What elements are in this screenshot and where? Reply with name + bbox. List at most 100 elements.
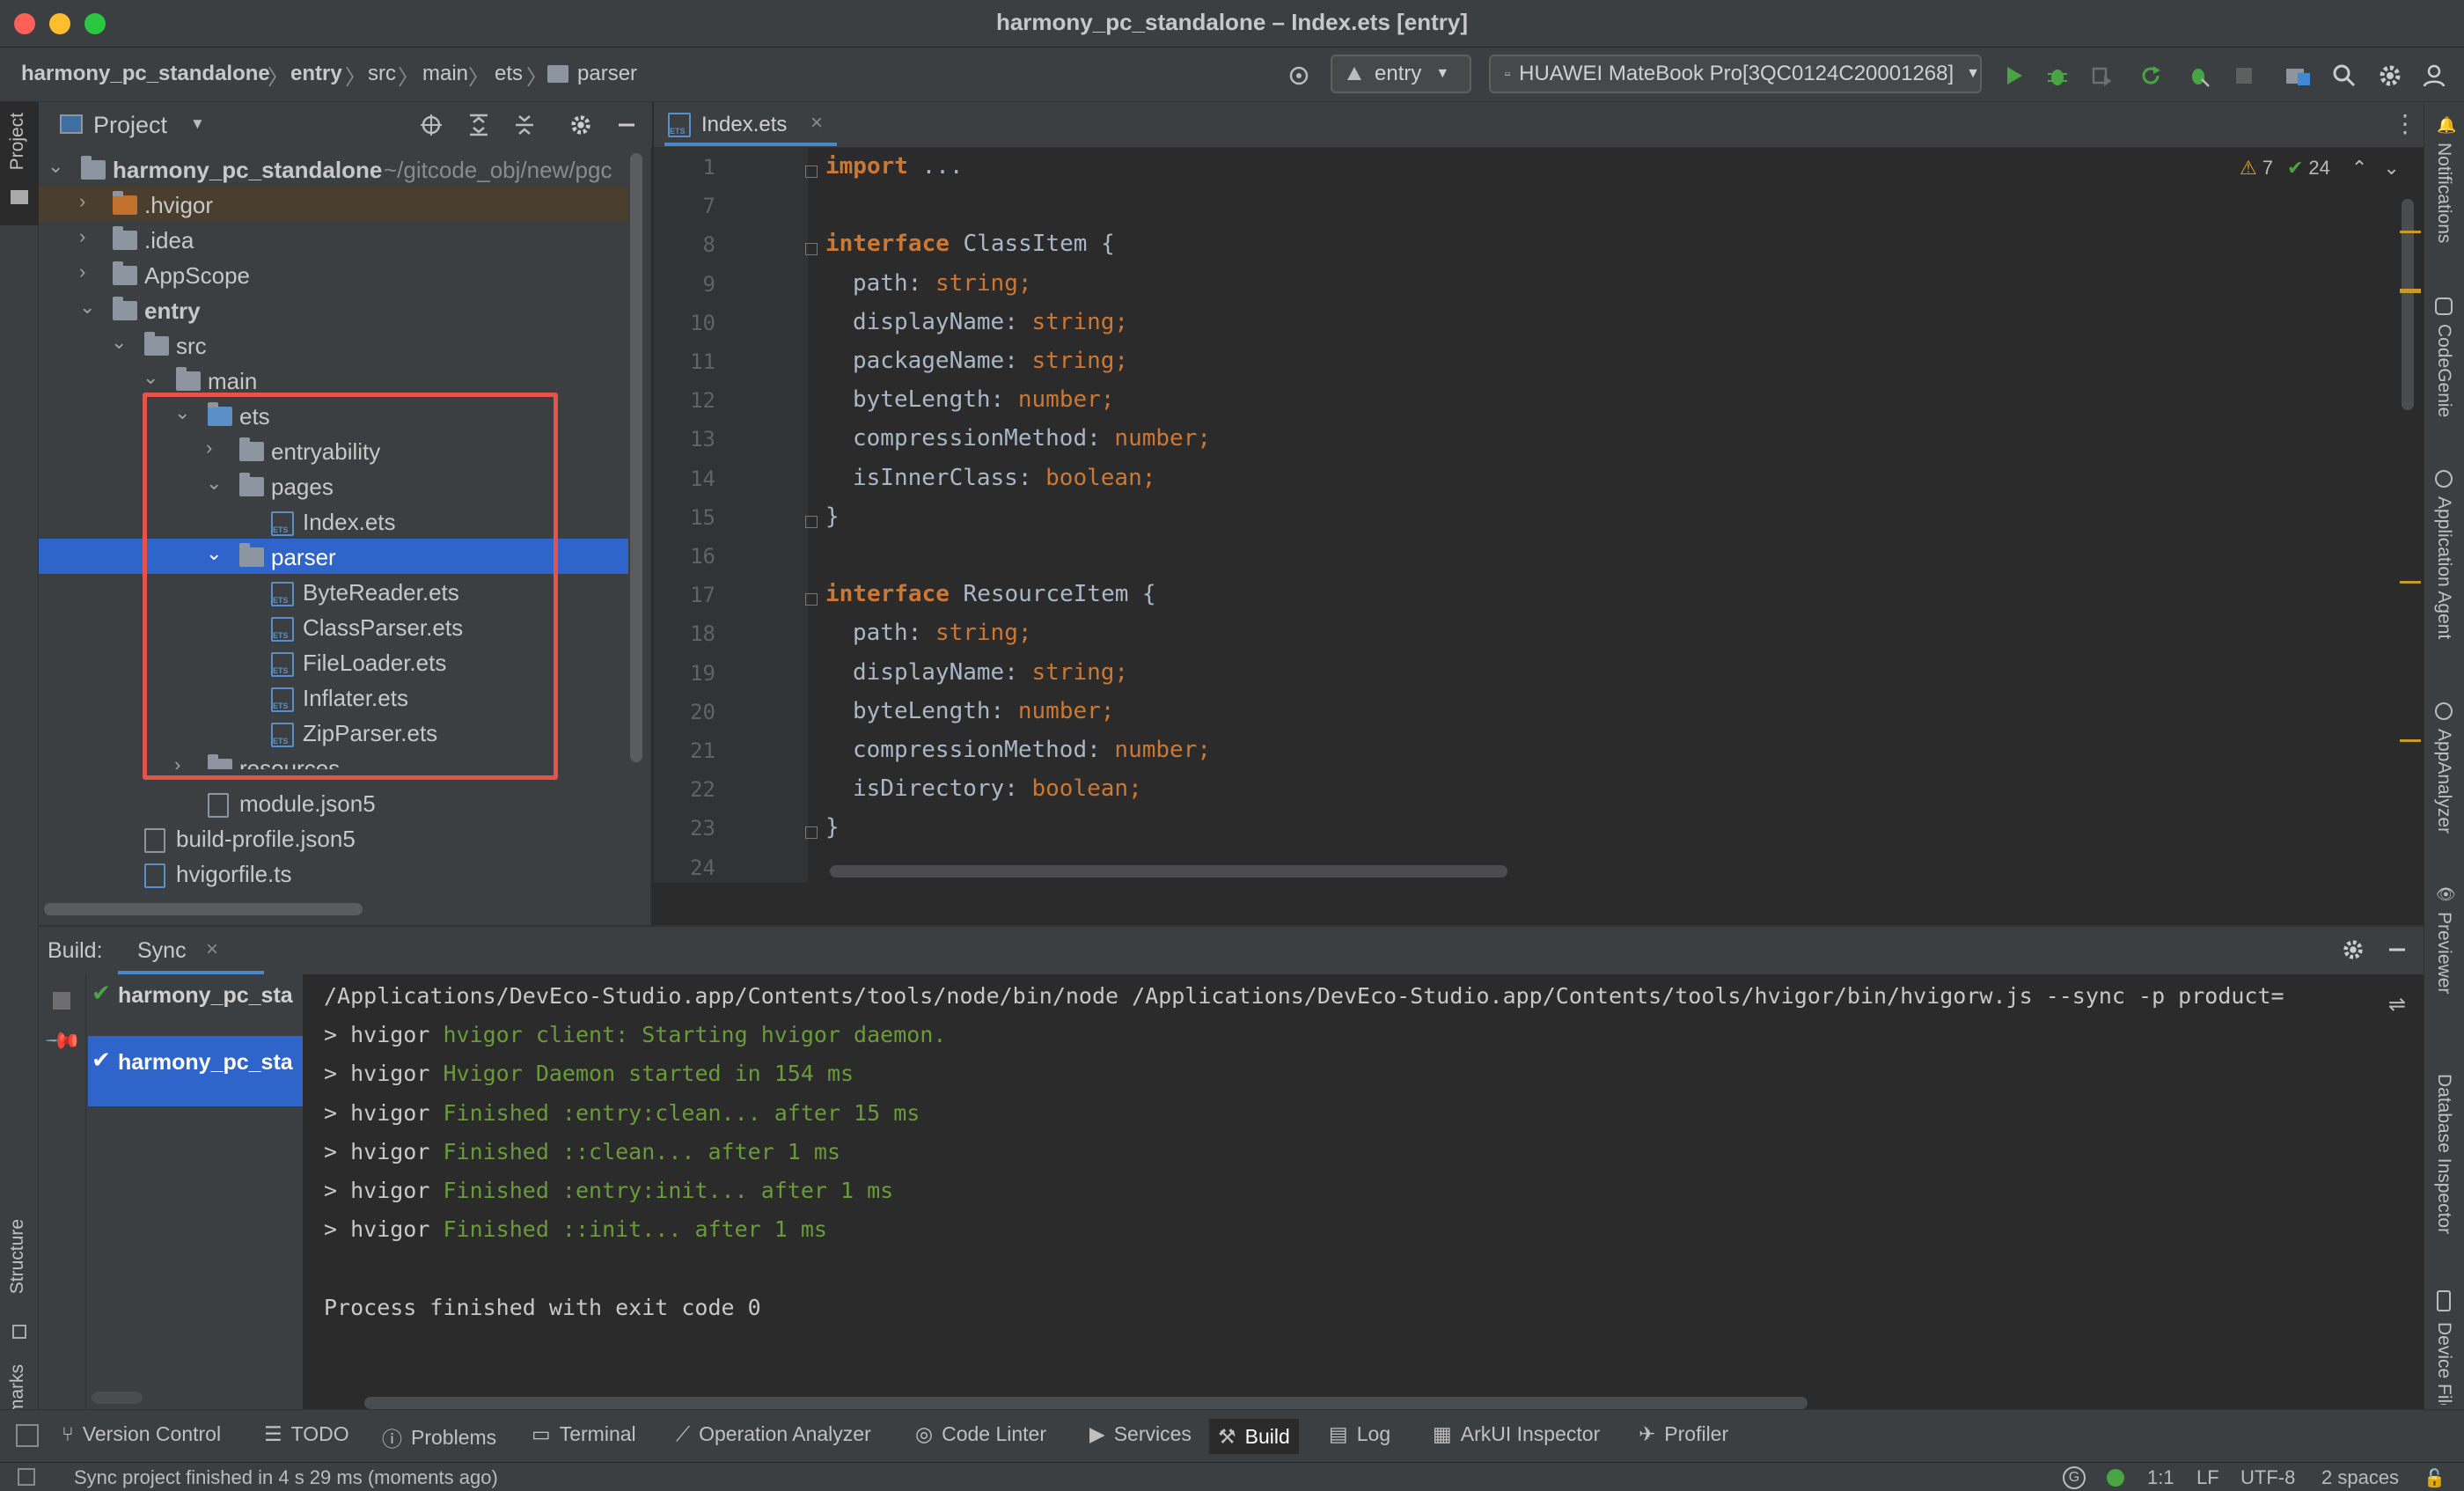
tool-services[interactable]: ▶ Services — [1089, 1422, 1192, 1446]
breadcrumb-item[interactable]: ets — [495, 62, 523, 86]
search-icon[interactable] — [2327, 58, 2362, 93]
gear-icon[interactable] — [2372, 58, 2408, 93]
code-line[interactable]: compressionMethod: number; — [853, 425, 1211, 452]
code-line[interactable]: packageName: string; — [853, 348, 1128, 374]
build-console[interactable]: /Applications/DevEco-Studio.app/Contents… — [303, 974, 2406, 1411]
tab-index-ets[interactable]: Index.ets × — [664, 102, 837, 146]
attach-debugger-icon[interactable] — [2084, 58, 2119, 93]
chevron-down-icon[interactable]: ⌄ — [2383, 157, 2399, 180]
breadcrumb-item[interactable]: main — [422, 62, 468, 86]
caret-position[interactable]: 1:1 — [2147, 1466, 2174, 1489]
run-icon[interactable] — [1996, 58, 2031, 93]
account-icon[interactable] — [2416, 58, 2452, 93]
tool-problems[interactable]: ⓘ Problems — [382, 1422, 496, 1452]
tool-profiler[interactable]: ✈ Profiler — [1639, 1422, 1728, 1446]
build-tree-item-selected[interactable]: ✔ harmony_pc_sta — [88, 1036, 303, 1106]
code-line[interactable]: } — [825, 814, 840, 841]
fold-marker-icon[interactable] — [805, 826, 818, 840]
appanalyzer-tool-tab[interactable]: AppAnalyzer — [2424, 702, 2464, 861]
stop-icon[interactable] — [53, 992, 70, 1010]
status-message[interactable]: Sync project finished in 4 s 29 ms (mome… — [74, 1466, 498, 1489]
inspection-widget[interactable]: ⚠ 7 ✔ 24 ⌃ ⌄ — [2240, 157, 2400, 180]
tree-item-appscope[interactable]: › AppScope — [39, 257, 628, 292]
chevron-down-icon[interactable]: ▼ — [190, 115, 205, 133]
tool-arkui-inspector[interactable]: ▦ ArkUI Inspector — [1433, 1422, 1600, 1446]
tree-item-root[interactable]: ⌄ harmony_pc_standalone ~/gitcode_obj/ne… — [39, 151, 628, 187]
tool-log[interactable]: ▤ Log — [1329, 1422, 1390, 1446]
breadcrumb-item[interactable]: src — [368, 62, 396, 86]
code-line[interactable]: path: string; — [853, 620, 1032, 646]
code-line[interactable]: displayName: string; — [853, 309, 1128, 335]
project-panel-title[interactable]: Project — [93, 112, 167, 139]
project-tool-tab[interactable]: Project — [0, 102, 39, 225]
device-file-tool-tab[interactable]: Device File — [2424, 1290, 2464, 1405]
code-line[interactable]: interface ResourceItem { — [825, 581, 1156, 607]
panel-toggle-icon[interactable] — [18, 1468, 35, 1486]
tool-terminal[interactable]: ▭ Terminal — [532, 1422, 636, 1446]
target-icon[interactable] — [1281, 58, 1316, 93]
chevron-down-icon[interactable]: ⌄ — [111, 331, 127, 354]
tool-code-linter[interactable]: ◎ Code Linter — [915, 1422, 1046, 1446]
hide-panel-icon[interactable] — [609, 107, 644, 143]
fold-marker-icon[interactable] — [805, 515, 818, 528]
fold-marker-icon[interactable] — [805, 243, 818, 256]
code-line[interactable]: compressionMethod: number; — [853, 737, 1211, 763]
tree-item-entry[interactable]: ⌄ entry — [39, 292, 628, 327]
tree-item-hvigor[interactable]: › .hvigor — [39, 187, 628, 222]
code-line[interactable]: byteLength: number; — [853, 386, 1114, 413]
chevron-right-icon[interactable]: › — [79, 225, 85, 248]
file-encoding[interactable]: UTF-8 — [2240, 1466, 2295, 1489]
close-tab-icon[interactable]: × — [206, 937, 218, 962]
project-structure-icon[interactable] — [2281, 58, 2316, 93]
tree-item-build-profile[interactable]: build-profile.json5 — [39, 820, 628, 856]
tool-operation-analyzer[interactable]: ⟋ Operation Analyzer — [676, 1422, 871, 1446]
breadcrumb-item[interactable]: entry — [290, 62, 342, 86]
tree-item-module-json5[interactable]: module.json5 — [39, 785, 628, 820]
line-separator[interactable]: LF — [2196, 1466, 2219, 1489]
hide-panel-icon[interactable] — [2380, 932, 2415, 967]
notifications-tool-tab[interactable]: 🔔 Notifications — [2424, 116, 2464, 257]
profile-icon[interactable] — [2181, 58, 2216, 93]
chevron-down-icon[interactable]: ⌄ — [79, 296, 95, 319]
locate-icon[interactable] — [414, 107, 449, 143]
tool-todo[interactable]: ☰ TODO — [264, 1422, 349, 1446]
expand-all-icon[interactable] — [461, 107, 496, 143]
previewer-tool-tab[interactable]: 👁 Previewer — [2424, 885, 2464, 1017]
code-line[interactable]: isInnerClass: boolean; — [853, 465, 1155, 491]
horizontal-scrollbar[interactable] — [44, 903, 363, 915]
tab-sync[interactable]: Sync × — [118, 927, 264, 974]
code-editor[interactable]: 1 7 8 9 10 11 12 13 14 15 16 17 18 19 20 21 22 23 24 impor… — [654, 148, 2424, 883]
breadcrumb-item[interactable]: parser — [577, 62, 637, 86]
close-tab-icon[interactable]: × — [810, 111, 823, 136]
fold-marker-icon[interactable] — [805, 165, 818, 178]
tree-item-idea[interactable]: › .idea — [39, 222, 628, 257]
codegenie-status-icon[interactable]: G — [2063, 1466, 2086, 1489]
code-line[interactable]: import ... — [825, 153, 964, 180]
codegenie-tool-tab[interactable]: CodeGenie — [2424, 297, 2464, 430]
tool-version-control[interactable]: ⑂ Version Control — [62, 1422, 221, 1446]
chevron-right-icon[interactable]: › — [79, 261, 85, 283]
database-inspector-tool-tab[interactable]: Database Inspector — [2424, 1069, 2464, 1262]
pin-icon[interactable]: 📌 — [44, 1021, 83, 1061]
horizontal-scrollbar[interactable] — [364, 1397, 1808, 1409]
module-select[interactable]: entry ▼ — [1331, 55, 1471, 93]
code-line[interactable]: isDirectory: boolean; — [853, 775, 1142, 802]
horizontal-scrollbar[interactable] — [830, 865, 1507, 878]
device-select[interactable]: HUAWEI MateBook Pro[3QC0124C20001268] ▼ — [1489, 55, 1982, 93]
code-line[interactable]: byteLength: number; — [853, 698, 1114, 724]
indent-setting[interactable]: 2 spaces — [2321, 1466, 2399, 1489]
gear-icon[interactable] — [2336, 932, 2371, 967]
more-options-icon[interactable]: ⋮ — [2393, 109, 2417, 138]
chevron-down-icon[interactable]: ⌄ — [48, 155, 63, 178]
code-line[interactable]: displayName: string; — [853, 659, 1128, 686]
app-agent-tool-tab[interactable]: Application Agent — [2424, 470, 2464, 664]
apply-changes-icon[interactable] — [2133, 58, 2168, 93]
tree-item-src[interactable]: ⌄ src — [39, 327, 628, 363]
chevron-up-icon[interactable]: ⌃ — [2351, 157, 2367, 180]
build-tree-item[interactable]: ✔ harmony_pc_sta — [88, 978, 303, 1013]
horizontal-scrollbar[interactable] — [92, 1392, 143, 1404]
tree-item-hvigorfile[interactable]: hvigorfile.ts — [39, 856, 628, 891]
fold-marker-icon[interactable] — [805, 593, 818, 606]
vertical-scrollbar[interactable] — [630, 153, 642, 762]
status-dot-icon[interactable] — [2107, 1469, 2124, 1487]
